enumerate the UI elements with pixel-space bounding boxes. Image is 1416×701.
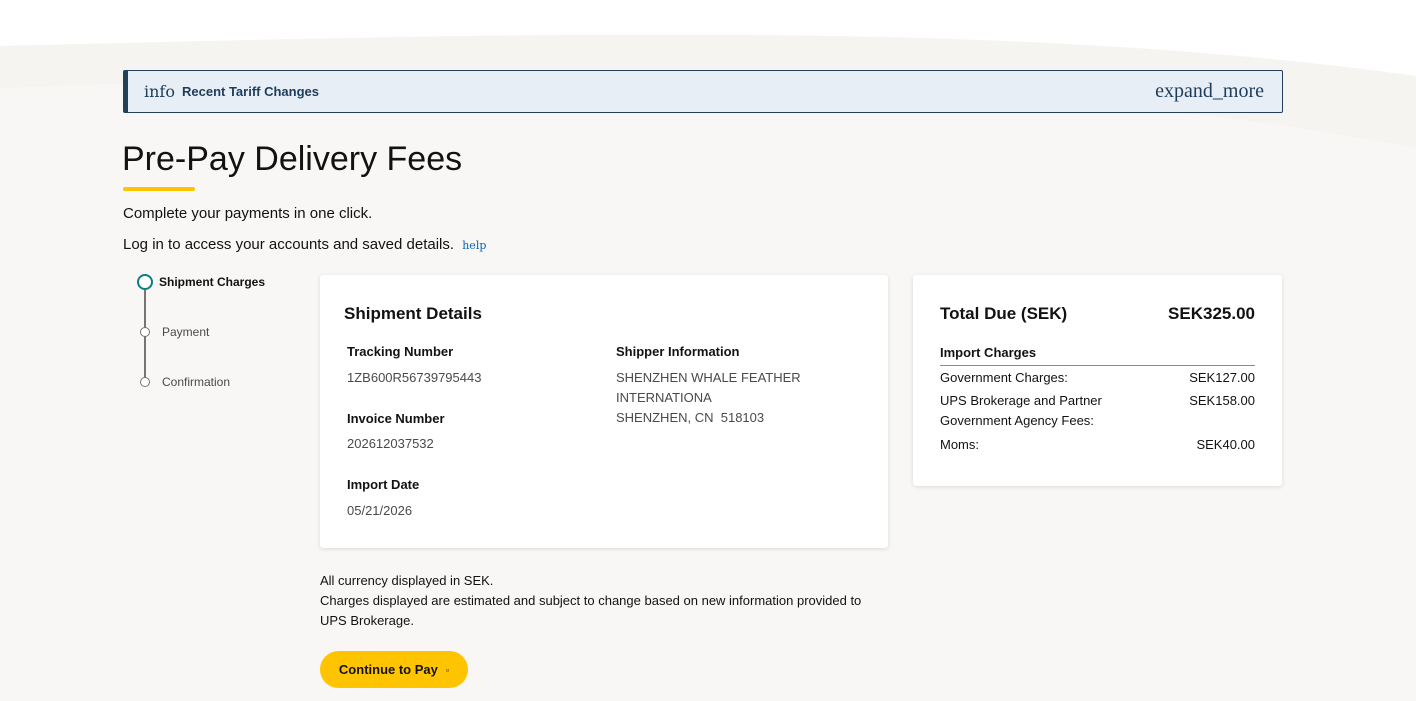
shipment-details-card: Shipment Details Tracking Number 1ZB600R…: [320, 275, 888, 548]
shipper-information-label: Shipper Information: [616, 344, 740, 359]
page-title: Pre-Pay Delivery Fees: [122, 140, 463, 178]
arrow-icon: ▫: [445, 664, 450, 675]
tracking-number-value: 1ZB600R56739795443: [347, 370, 482, 385]
help-icon[interactable]: help: [462, 239, 486, 252]
currency-note-line2: Charges displayed are estimated and subj…: [320, 593, 862, 628]
currency-note-line1: All currency displayed in SEK.: [320, 573, 494, 588]
shipper-name-line2: INTERNATIONA: [616, 390, 712, 405]
step-label: Confirmation: [162, 375, 231, 389]
charge-value-government: SEK127.00: [1189, 370, 1255, 385]
step-shipment-charges[interactable]: Shipment Charges: [137, 274, 265, 290]
title-underline: [123, 187, 195, 191]
progress-stepper: Shipment Charges Payment Confirmation: [137, 274, 307, 394]
charge-value-moms: SEK40.00: [1196, 437, 1255, 452]
expand-more-icon[interactable]: expand_more: [1155, 80, 1264, 103]
step-label: Shipment Charges: [159, 275, 266, 289]
step-confirmation[interactable]: Confirmation: [137, 375, 230, 389]
divider: [940, 365, 1255, 366]
import-date-value: 05/21/2026: [347, 503, 413, 518]
shipper-name-line1: SHENZHEN WHALE FEATHER: [616, 370, 801, 385]
invoice-number-label: Invoice Number: [347, 411, 445, 426]
charge-name-moms: Moms:: [940, 437, 979, 452]
charge-name-brokerage: UPS Brokerage and Partner Government Age…: [940, 393, 1102, 428]
step-indicator-active: [137, 274, 153, 290]
login-prompt-text: Log in to access your accounts and saved…: [123, 236, 455, 253]
total-due-title: Total Due (SEK): [940, 304, 1068, 323]
continue-to-pay-button[interactable]: Continue to Pay ▫: [320, 651, 468, 688]
tariff-changes-banner[interactable]: info Recent Tariff Changes expand_more: [123, 70, 1283, 113]
step-indicator: [140, 377, 150, 387]
import-date-label: Import Date: [347, 477, 420, 492]
invoice-number-value: 202612037532: [347, 436, 434, 451]
total-due-amount: SEK325.00: [1168, 304, 1255, 323]
continue-to-pay-label: Continue to Pay: [338, 662, 438, 677]
currency-note: All currency displayed in SEK. Charges d…: [320, 571, 890, 631]
import-charges-label: Import Charges: [940, 345, 1037, 360]
info-icon: info: [144, 82, 175, 101]
total-due-card: Total Due (SEK) SEK325.00 Import Charges…: [913, 275, 1282, 486]
step-indicator: [140, 327, 150, 337]
shipper-address: SHENZHEN, CN 518103: [616, 410, 765, 425]
intro-text: Complete your payments in one click.: [123, 205, 373, 222]
charge-value-brokerage: SEK158.00: [1189, 393, 1255, 408]
login-prompt: Log in to access your accounts and saved…: [123, 236, 486, 253]
banner-title: Recent Tariff Changes: [181, 84, 319, 99]
tracking-number-label: Tracking Number: [347, 344, 454, 359]
top-header-bar: [0, 0, 1416, 28]
charge-name-government: Government Charges:: [940, 370, 1068, 385]
step-label: Payment: [162, 325, 210, 339]
step-payment[interactable]: Payment: [137, 325, 209, 339]
shipment-details-heading: Shipment Details: [344, 304, 482, 323]
